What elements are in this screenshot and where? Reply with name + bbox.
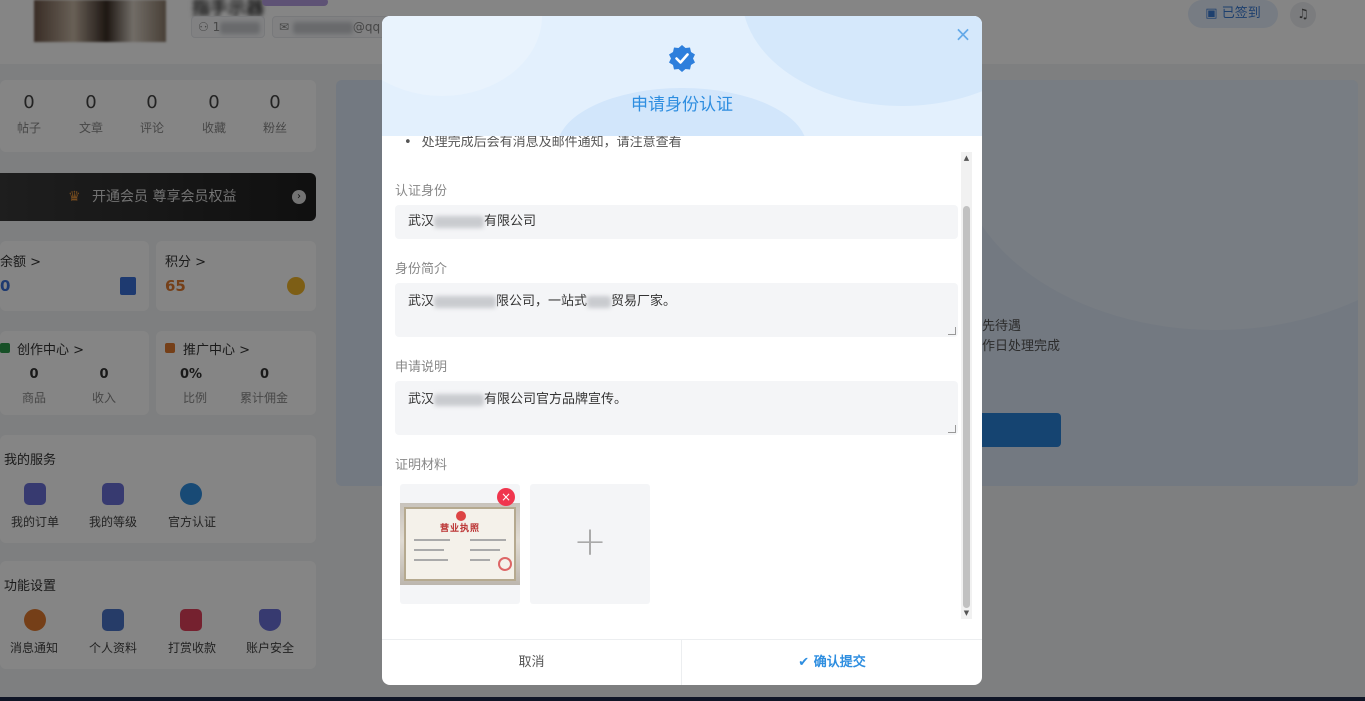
dialog-footer: 取消 ✔ 确认提交 — [382, 639, 982, 685]
resize-handle[interactable] — [948, 327, 956, 335]
plus-icon: + — [573, 519, 607, 565]
intro-textarea[interactable]: 武汉 限公司，一站式 贸易厂家。 — [395, 283, 958, 337]
scrollbar-thumb[interactable] — [963, 206, 970, 608]
add-image-button[interactable]: + — [530, 484, 650, 604]
dialog-header: 申请身份认证 × — [382, 16, 982, 136]
scroll-down-icon[interactable]: ▼ — [963, 609, 970, 617]
cancel-button[interactable]: 取消 — [382, 640, 682, 685]
description-textarea[interactable]: 武汉 有限公司官方品牌宣传。 — [395, 381, 958, 435]
emblem-icon — [456, 511, 466, 521]
verified-shield-icon — [669, 45, 695, 72]
resize-handle[interactable] — [948, 425, 956, 433]
dialog-title: 申请身份认证 — [631, 95, 733, 115]
check-icon: ✔ — [798, 655, 810, 670]
delete-image-icon[interactable]: × — [497, 488, 515, 506]
uploaded-image-thumb[interactable]: 营业执照 × — [400, 484, 520, 604]
intro-label: 身份简介 — [395, 262, 448, 277]
close-icon[interactable]: × — [954, 24, 972, 44]
description-label: 申请说明 — [395, 360, 448, 375]
business-license-image: 营业执照 — [400, 503, 520, 585]
dialog-body: • 处理完成后会有消息及邮件通知，请注意查看 认证身份 武汉 有限公司 身份简介 武… — [382, 136, 982, 639]
material-label: 证明材料 — [395, 458, 448, 473]
identity-label: 认证身份 — [395, 184, 448, 199]
notice-text: • 处理完成后会有消息及邮件通知，请注意查看 — [404, 136, 682, 150]
verification-dialog: 申请身份认证 × • 处理完成后会有消息及邮件通知，请注意查看 认证身份 武汉 有限… — [382, 16, 982, 685]
identity-input[interactable]: 武汉 有限公司 — [395, 205, 958, 239]
confirm-submit-button[interactable]: ✔ 确认提交 — [682, 640, 982, 685]
scroll-up-icon[interactable]: ▲ — [963, 154, 970, 162]
stamp-icon — [498, 557, 512, 571]
